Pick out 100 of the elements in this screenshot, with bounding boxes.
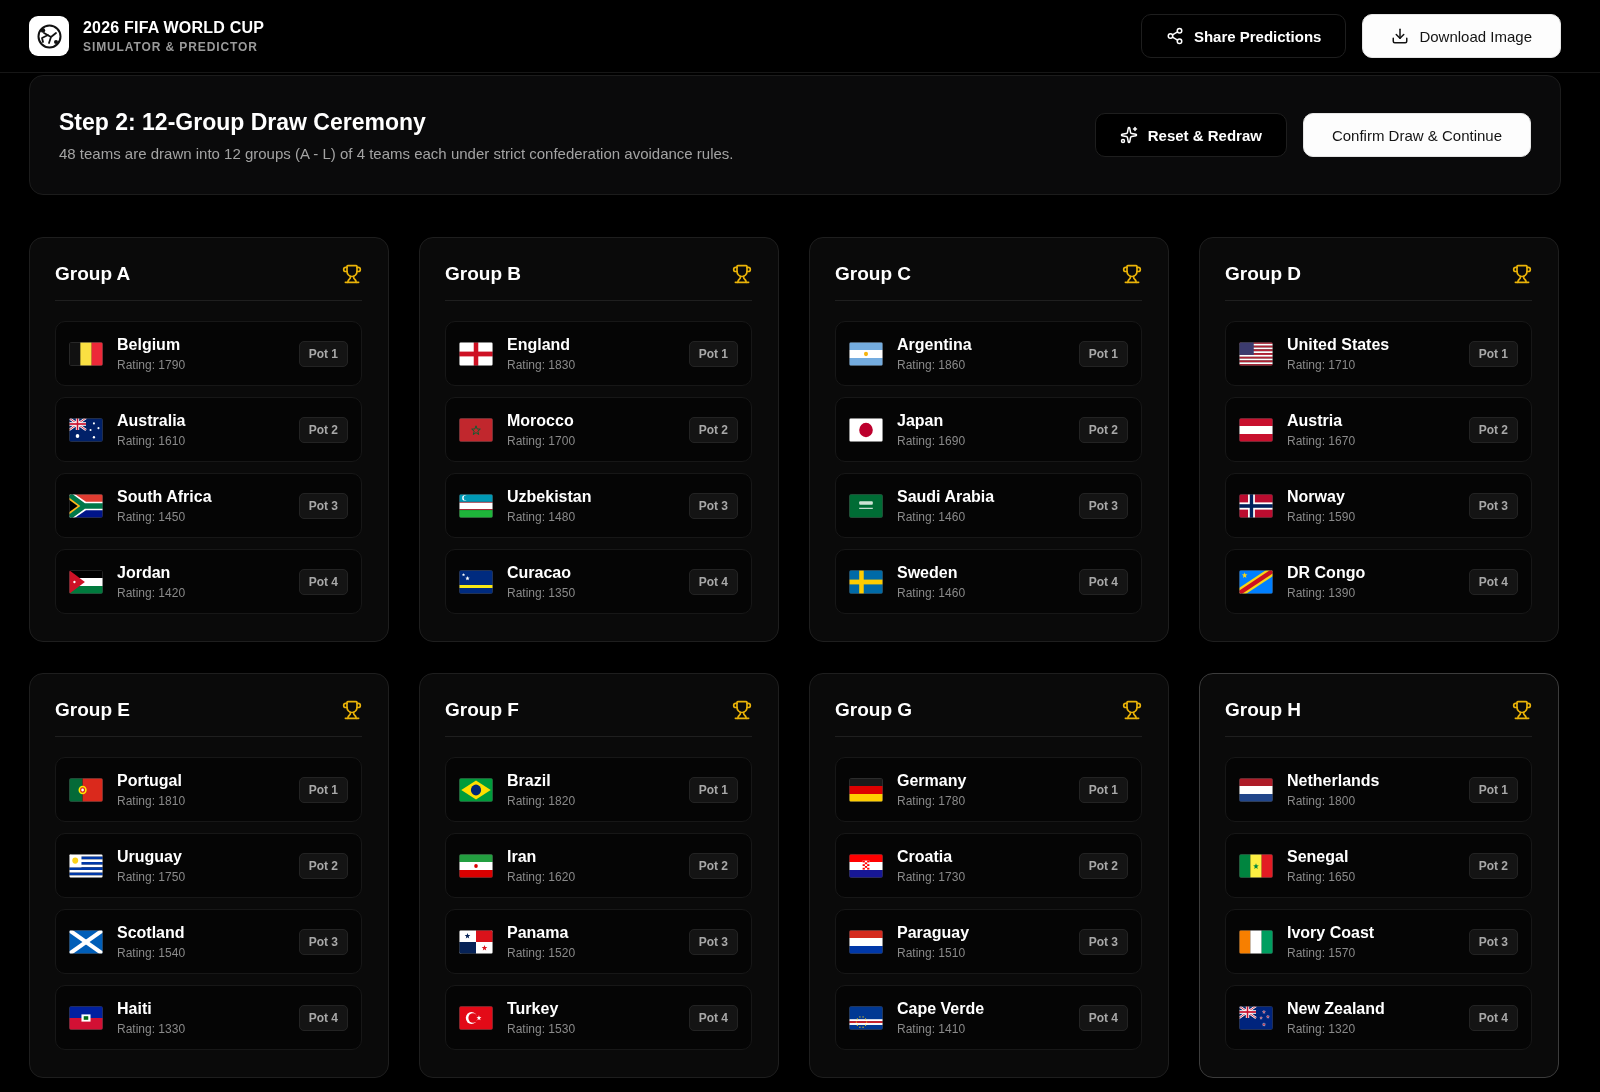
- pot-badge: Pot 2: [1078, 852, 1128, 879]
- group-title: Group C: [835, 263, 911, 285]
- team-rating: Rating: 1810: [117, 793, 186, 808]
- team-rating: Rating: 1590: [1287, 509, 1356, 524]
- team-name: Uzbekistan: [507, 487, 592, 506]
- team-name: Germany: [897, 771, 967, 790]
- trophy-icon: [1512, 264, 1532, 284]
- pot-badge: Pot 2: [688, 416, 738, 443]
- flag-icon: [459, 417, 493, 442]
- pot-badge: Pot 1: [1078, 340, 1128, 367]
- flag-icon: [849, 569, 883, 594]
- team-rating: Rating: 1710: [1287, 357, 1356, 372]
- group-title: Group F: [445, 699, 519, 721]
- team-name: Japan: [897, 411, 944, 430]
- flag-icon: [69, 493, 103, 518]
- step-description: 48 teams are drawn into 12 groups (A - L) of 4 teams each under strict confederation avoidance rules.: [59, 144, 734, 162]
- team-rating: Rating: 1530: [507, 1021, 576, 1036]
- team-rating: Rating: 1620: [507, 869, 576, 884]
- pot-badge: Pot 2: [298, 416, 348, 443]
- team-name: Paraguay: [897, 923, 970, 942]
- flag-icon: [849, 853, 883, 878]
- flag-icon: [1239, 929, 1273, 954]
- flag-icon: [69, 929, 103, 954]
- team-name: Belgium: [117, 335, 181, 354]
- team-rating: Rating: 1520: [507, 945, 576, 960]
- share-icon: [1165, 27, 1184, 45]
- flag-icon: [459, 929, 493, 954]
- pot-badge: Pot 4: [1468, 568, 1518, 595]
- flag-icon: [849, 417, 883, 442]
- flag-icon: [1239, 777, 1273, 802]
- download-button[interactable]: Download Image: [1362, 14, 1561, 58]
- team-rating: Rating: 1570: [1287, 945, 1356, 960]
- team-name: Scotland: [117, 923, 185, 942]
- team-name: Argentina: [897, 335, 972, 354]
- trophy-icon: [342, 700, 362, 720]
- team-rating: Rating: 1790: [117, 357, 186, 372]
- flag-icon: [459, 1005, 493, 1030]
- flag-icon: [459, 777, 493, 802]
- team-name: Brazil: [507, 771, 551, 790]
- pot-badge: Pot 4: [688, 568, 738, 595]
- team-name: Senegal: [1287, 847, 1349, 866]
- team-name: Morocco: [507, 411, 574, 430]
- team-rating: Rating: 1450: [117, 509, 186, 524]
- team-name: Croatia: [897, 847, 953, 866]
- team-name: Curacao: [507, 563, 572, 582]
- group-title: Group A: [55, 263, 131, 285]
- pot-badge: Pot 3: [298, 928, 348, 955]
- flag-icon: [459, 493, 493, 518]
- pot-badge: Pot 3: [1078, 928, 1128, 955]
- redraw-button[interactable]: Reset & Redraw: [1094, 113, 1287, 157]
- pot-badge: Pot 2: [1078, 416, 1128, 443]
- pot-badge: Pot 4: [298, 568, 348, 595]
- team-name: England: [507, 335, 571, 354]
- team-rating: Rating: 1390: [1287, 585, 1356, 600]
- pot-badge: Pot 3: [688, 928, 738, 955]
- team-rating: Rating: 1830: [507, 357, 576, 372]
- flag-icon: [849, 341, 883, 366]
- team-name: South Africa: [117, 487, 212, 506]
- team-name: Iran: [507, 847, 537, 866]
- team-name: Netherlands: [1287, 771, 1380, 790]
- pot-badge: Pot 1: [298, 340, 348, 367]
- team-rating: Rating: 1540: [117, 945, 186, 960]
- team-rating: Rating: 1780: [897, 793, 966, 808]
- pot-badge: Pot 2: [298, 852, 348, 879]
- trophy-icon: [1122, 264, 1142, 284]
- pot-badge: Pot 1: [298, 776, 348, 803]
- trophy-icon: [732, 264, 752, 284]
- sparkles-icon: [1119, 126, 1138, 144]
- team-rating: Rating: 1800: [1287, 793, 1356, 808]
- team-rating: Rating: 1350: [507, 585, 576, 600]
- team-name: DR Congo: [1287, 563, 1366, 582]
- group-title: Group B: [445, 263, 521, 285]
- flag-icon: [1239, 853, 1273, 878]
- team-name: Australia: [117, 411, 186, 430]
- team-rating: Rating: 1690: [897, 433, 966, 448]
- flag-icon: [459, 853, 493, 878]
- pot-badge: Pot 1: [1468, 340, 1518, 367]
- flag-icon: [1239, 341, 1273, 366]
- team-name: Haiti: [117, 999, 152, 1018]
- team-rating: Rating: 1610: [117, 433, 186, 448]
- confirm-button[interactable]: Confirm Draw & Continue: [1302, 113, 1531, 157]
- pot-badge: Pot 4: [298, 1004, 348, 1031]
- pot-badge: Pot 3: [298, 492, 348, 519]
- team-name: Portugal: [117, 771, 182, 790]
- pot-badge: Pot 2: [688, 852, 738, 879]
- group-title: Group E: [55, 699, 130, 721]
- flag-icon: [69, 341, 103, 366]
- app-subtitle: SIMULATOR & PREDICTOR: [83, 39, 259, 54]
- team-name: Jordan: [117, 563, 171, 582]
- team-name: Sweden: [897, 563, 958, 582]
- pot-badge: Pot 2: [1468, 852, 1518, 879]
- team-rating: Rating: 1670: [1287, 433, 1356, 448]
- share-button[interactable]: Share Predictions: [1140, 14, 1347, 58]
- trophy-icon: [1122, 700, 1142, 720]
- team-rating: Rating: 1330: [117, 1021, 186, 1036]
- logo-icon: [29, 16, 69, 56]
- team-rating: Rating: 1750: [117, 869, 186, 884]
- team-rating: Rating: 1820: [507, 793, 576, 808]
- pot-badge: Pot 4: [1078, 1004, 1128, 1031]
- team-rating: Rating: 1510: [897, 945, 966, 960]
